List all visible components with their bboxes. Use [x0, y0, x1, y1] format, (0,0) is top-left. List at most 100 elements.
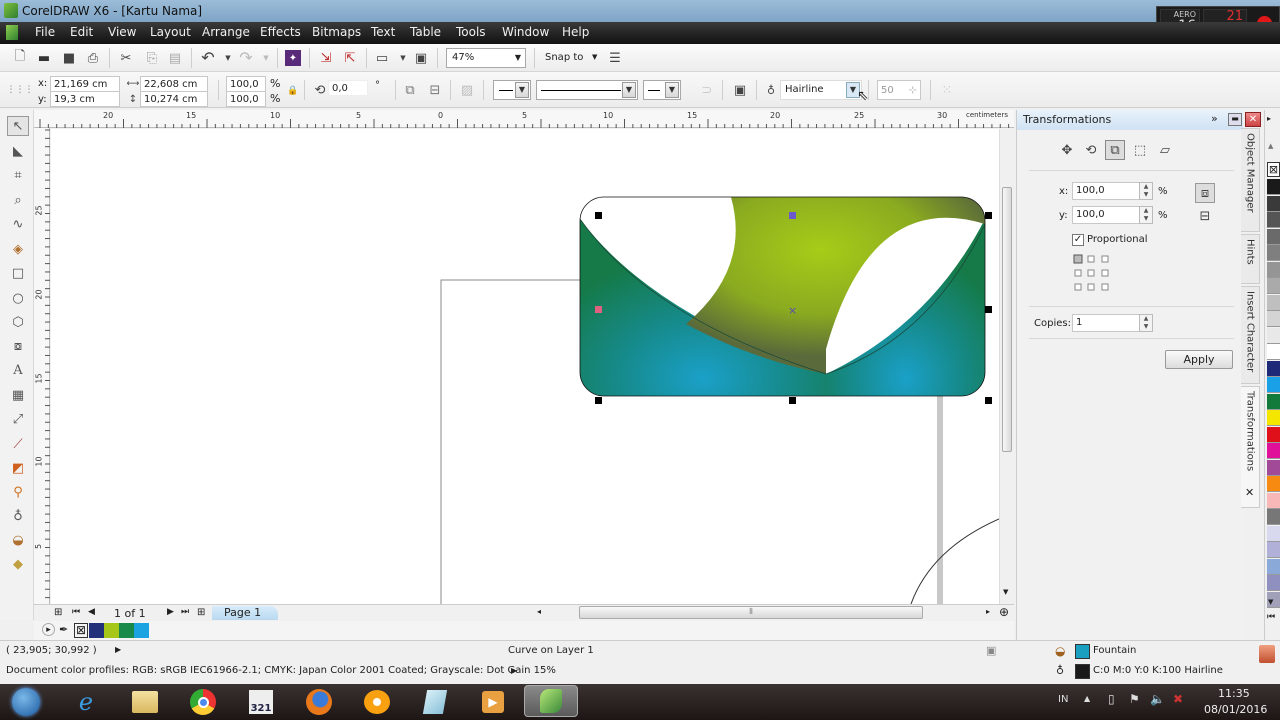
expand-icon[interactable]: ▶ — [115, 645, 121, 654]
scale-mirror-mode-icon[interactable]: ⧉ — [1105, 140, 1125, 160]
rectangle-tool-icon[interactable]: □ — [7, 263, 29, 283]
position-mode-icon[interactable]: ✥ — [1059, 142, 1075, 158]
blend-tool-icon[interactable]: ◩ — [7, 458, 29, 478]
palette-swatch[interactable] — [1267, 327, 1280, 344]
action-center-icon[interactable]: ⚑ — [1129, 692, 1140, 706]
redo-dropdown-icon[interactable]: ▼ — [258, 50, 274, 66]
snap-to-dropdown-icon[interactable]: ▼ — [592, 53, 597, 61]
scroll-right-icon[interactable]: ▸ — [986, 607, 990, 616]
scale-x-percent-field[interactable]: 100,0 — [1072, 182, 1140, 200]
menu-text[interactable]: Text — [371, 25, 395, 39]
ellipse-tool-icon[interactable]: ○ — [7, 288, 29, 308]
palette-swatch[interactable] — [1267, 278, 1280, 294]
shape-tool-icon[interactable]: ◣ — [7, 141, 29, 161]
zoom-tool-icon[interactable]: ⌕ — [7, 190, 29, 210]
drawing-canvas[interactable]: × — [51, 129, 999, 604]
previous-page-icon[interactable]: ◀ — [88, 607, 95, 617]
show-hidden-icons-icon[interactable]: ▲ — [1084, 694, 1090, 703]
menu-window[interactable]: Window — [502, 25, 549, 39]
copies-field[interactable]: 1 — [1072, 314, 1140, 332]
vertical-scrollbar[interactable]: ▼ — [999, 129, 1014, 604]
wrap-text-icon[interactable]: ▣ — [732, 82, 748, 98]
clock-date[interactable]: 08/01/2016 — [1204, 703, 1267, 716]
palette-swatch[interactable] — [1267, 492, 1280, 509]
palette-swatch[interactable] — [1267, 344, 1280, 360]
line-style-select[interactable]: ▼ — [536, 80, 638, 100]
palette-swatch[interactable] — [1267, 542, 1280, 558]
zoom-level-combo[interactable]: 47% ▼ — [446, 48, 526, 68]
business-card-artwork[interactable] — [580, 197, 985, 396]
freehand-tool-icon[interactable]: ∿ — [7, 214, 29, 234]
gom-player-icon[interactable] — [359, 687, 395, 717]
paste-icon[interactable]: ▤ — [167, 50, 183, 66]
options-icon[interactable]: ☰ — [607, 50, 623, 66]
copy-icon[interactable]: ⎘ — [144, 50, 160, 66]
menu-layout[interactable]: Layout — [150, 25, 191, 39]
copies-spinner[interactable]: ▲ ▼ — [1139, 314, 1153, 332]
new-document-icon[interactable]: 🗋 — [12, 49, 28, 66]
coreldraw-taskbar-button[interactable] — [524, 685, 578, 717]
palette-scroll-up-icon[interactable]: ▲ — [1268, 142, 1273, 150]
launcher-dropdown-icon[interactable]: ▼ — [395, 50, 411, 66]
object-width-field[interactable]: 22,608 cm — [140, 76, 208, 92]
palette-swatch[interactable] — [1267, 360, 1280, 377]
apply-button[interactable]: Apply — [1165, 350, 1233, 369]
mirror-vertical-icon[interactable]: ⊟ — [427, 82, 443, 98]
no-color-swatch[interactable]: ⊠ — [74, 623, 88, 638]
app-menu-icon[interactable] — [6, 25, 18, 40]
proportional-checkbox[interactable]: ✓ — [1072, 234, 1084, 246]
mirror-horizontal-icon[interactable]: ⧉ — [402, 82, 418, 98]
horizontal-scroll-thumb[interactable]: ⦀ — [579, 606, 923, 619]
scale-y-percent-field[interactable]: 100,0 — [1072, 206, 1140, 224]
table-tool-icon[interactable]: ▦ — [7, 385, 29, 405]
menu-tools[interactable]: Tools — [456, 25, 486, 39]
basic-shapes-tool-icon[interactable]: ⧇ — [7, 336, 29, 356]
palette-menu-icon[interactable]: ▸ — [42, 623, 55, 636]
rotation-angle-field[interactable]: 0,0 — [328, 80, 368, 96]
save-icon[interactable]: ■ — [61, 50, 77, 66]
application-launcher-icon[interactable]: ▭ — [374, 50, 390, 66]
windows-media-player-icon[interactable]: ▶ — [475, 687, 511, 717]
no-color-swatch[interactable]: ⊠ — [1267, 162, 1280, 177]
palette-swatch[interactable] — [1267, 426, 1280, 443]
palette-swatch[interactable] — [1267, 459, 1280, 476]
palette-scroll-down-icon[interactable]: ▼ — [1268, 598, 1273, 606]
miter-limit-field[interactable]: 50 ⊹ — [877, 80, 921, 100]
scale-y-spinner[interactable]: ▲ ▼ — [1139, 206, 1153, 224]
palette-swatch[interactable] — [1267, 212, 1280, 228]
close-docker-icon[interactable]: ✕ — [1245, 112, 1261, 127]
eyedropper-tool-icon[interactable]: ⚲ — [7, 482, 29, 502]
horizontal-ruler[interactable]: 20 15 10 5 0 5 10 15 20 25 30 centimeter… — [34, 110, 1014, 128]
vertical-ruler[interactable]: 25 20 15 10 5 — [34, 128, 50, 604]
grid-options-icon[interactable]: ⁙ — [939, 82, 955, 98]
palette-swatch[interactable] — [104, 623, 119, 638]
menu-edit[interactable]: Edit — [70, 25, 93, 39]
rotate-mode-icon[interactable]: ⟲ — [1083, 142, 1099, 158]
color-profiles-info[interactable]: Document color profiles: RGB: sRGB IEC61… — [6, 665, 556, 676]
palette-swatch[interactable] — [1267, 575, 1280, 591]
size-mode-icon[interactable]: ⬚ — [1132, 142, 1148, 158]
palette-end-icon[interactable]: ⏮ — [1267, 612, 1275, 622]
scroll-down-icon[interactable]: ▼ — [1003, 588, 1008, 596]
add-page-after-icon[interactable]: ⊞ — [197, 607, 205, 618]
expand-docker-icon[interactable]: » — [1211, 112, 1218, 125]
zoom-navigator-icon[interactable]: ⊕ — [999, 605, 1009, 619]
undo-dropdown-icon[interactable]: ▼ — [220, 50, 236, 66]
language-indicator[interactable]: IN — [1058, 694, 1068, 705]
fill-color-swatch[interactable] — [1075, 644, 1090, 659]
print-icon[interactable]: ⎙ — [85, 50, 101, 66]
palette-swatch[interactable] — [1267, 509, 1280, 525]
palette-swatch[interactable] — [1267, 261, 1280, 278]
scale-y-field[interactable]: 100,0 — [226, 91, 266, 107]
user-avatar-icon[interactable] — [1259, 645, 1275, 663]
polygon-tool-icon[interactable]: ⬡ — [7, 312, 29, 332]
outline-width-select[interactable]: Hairline ▼ — [780, 80, 862, 100]
color-proof-icon[interactable]: ▣ — [986, 644, 996, 657]
palette-swatch[interactable] — [1267, 311, 1280, 327]
menu-arrange[interactable]: Arrange — [202, 25, 250, 39]
reference-point-icon[interactable]: ⋮⋮⋮ — [7, 82, 34, 98]
outline-color-swatch[interactable] — [1075, 664, 1090, 679]
redo-icon[interactable]: ↷ — [238, 48, 254, 67]
fill-tool-icon[interactable]: ◒ — [7, 530, 29, 550]
volume-icon[interactable]: 🔈 — [1150, 692, 1165, 706]
